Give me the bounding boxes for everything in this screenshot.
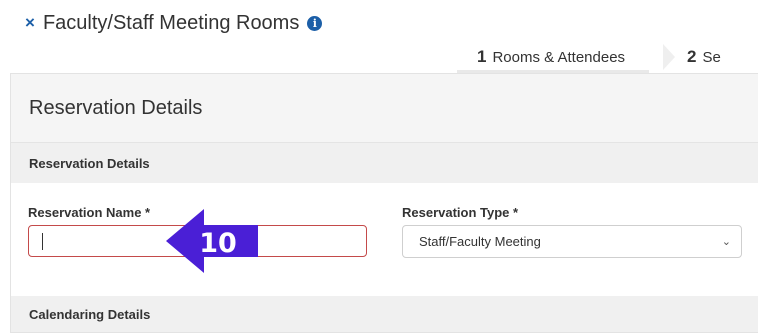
page-header: × Faculty/Staff Meeting Rooms i	[25, 6, 323, 40]
step-second[interactable]: 2 Se	[687, 44, 733, 70]
info-icon[interactable]: i	[307, 15, 323, 31]
page-title: Faculty/Staff Meeting Rooms	[42, 11, 300, 34]
reservation-name-label: Reservation Name *	[28, 205, 151, 220]
reservation-panel: Reservation Details Reservation Details …	[10, 73, 758, 333]
step-rooms-attendees[interactable]: 1 Rooms & Attendees	[457, 44, 650, 73]
step-number: 1	[477, 47, 487, 66]
step-label: Rooms & Attendees	[492, 48, 626, 66]
step-arrow-icon	[663, 44, 676, 70]
step-label: Se	[702, 48, 721, 66]
calendaring-section-title: Calendaring Details	[11, 296, 758, 332]
close-icon[interactable]: ×	[25, 13, 35, 33]
section-title: Reservation Details	[11, 142, 758, 183]
reservation-type-value: Staff/Faculty Meeting	[419, 234, 541, 249]
text-caret	[42, 233, 43, 250]
reservation-type-label: Reservation Type *	[402, 205, 519, 220]
wizard-steps: 1 Rooms & Attendees 2 Se	[457, 44, 733, 73]
reservation-type-select[interactable]: Staff/Faculty Meeting ⌄	[402, 225, 742, 258]
panel-heading: Reservation Details	[11, 74, 758, 142]
annotation-number: 10	[199, 228, 237, 259]
chevron-down-icon: ⌄	[721, 236, 731, 248]
step-number: 2	[687, 47, 697, 66]
arrow-annotation-icon: 10	[166, 209, 258, 273]
